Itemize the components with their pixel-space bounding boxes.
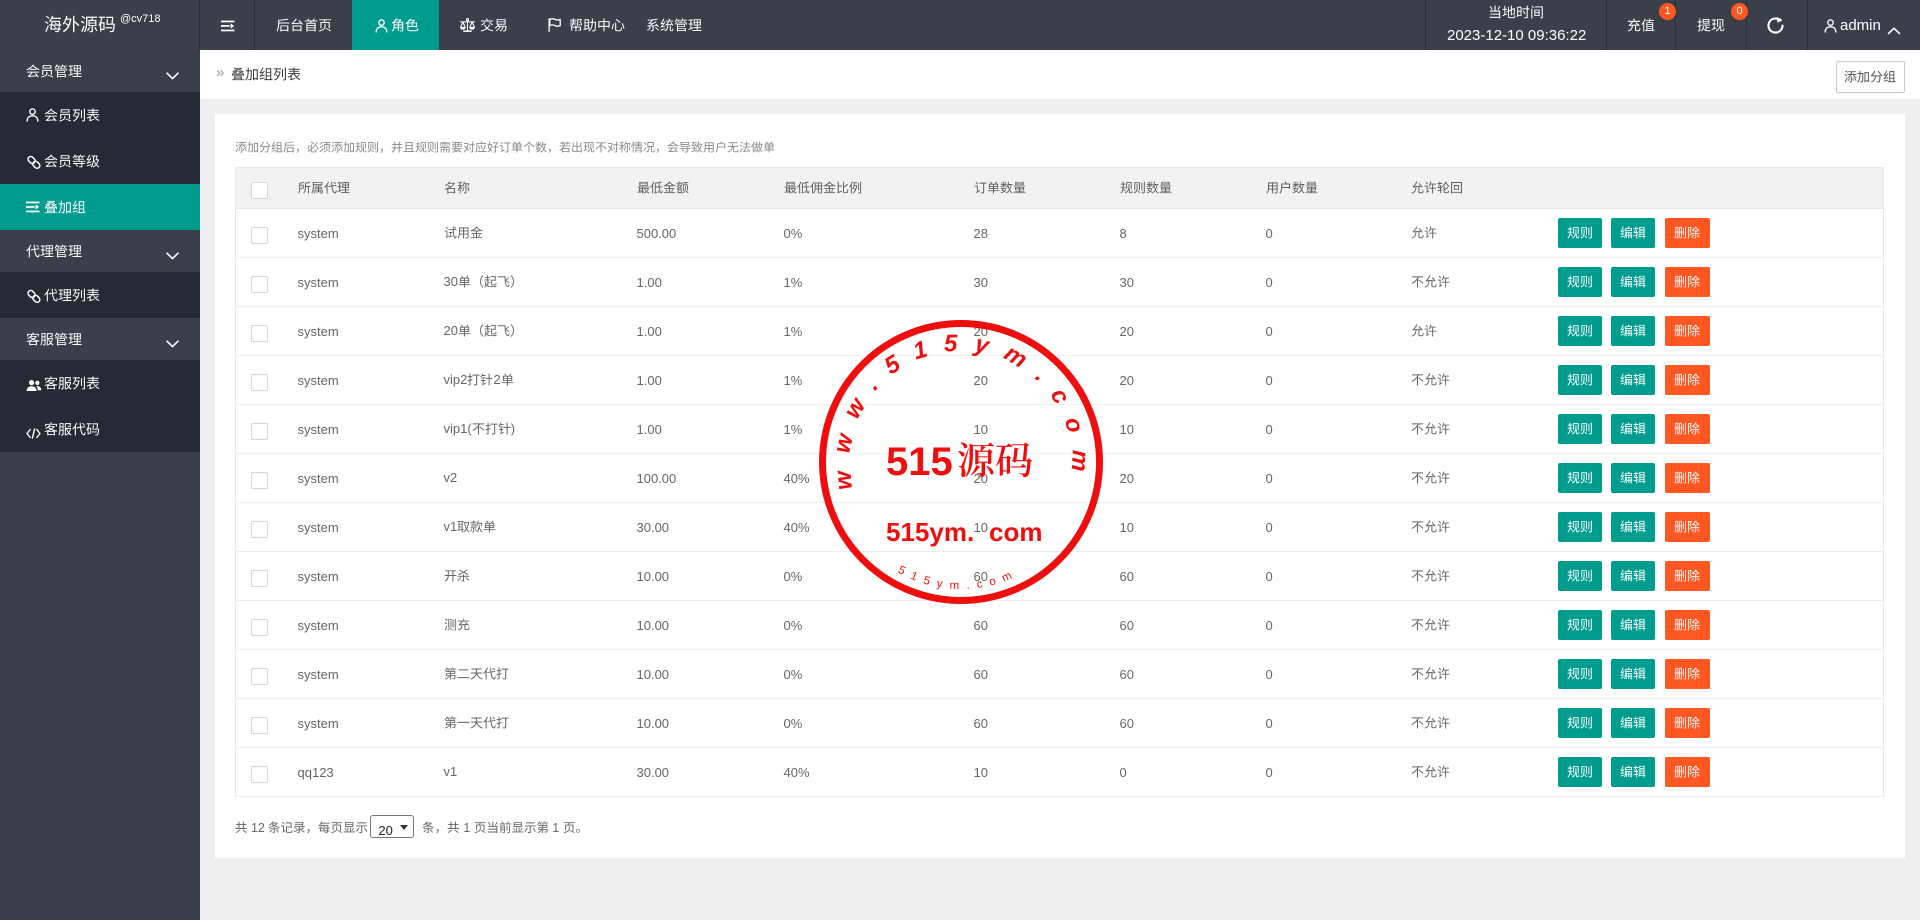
- svg-text:515ym.: 515ym.: [886, 517, 974, 547]
- svg-text:515ym.com: 515ym.com: [896, 564, 1021, 592]
- svg-text:com: com: [989, 517, 1042, 547]
- svg-text:515: 515: [886, 440, 953, 484]
